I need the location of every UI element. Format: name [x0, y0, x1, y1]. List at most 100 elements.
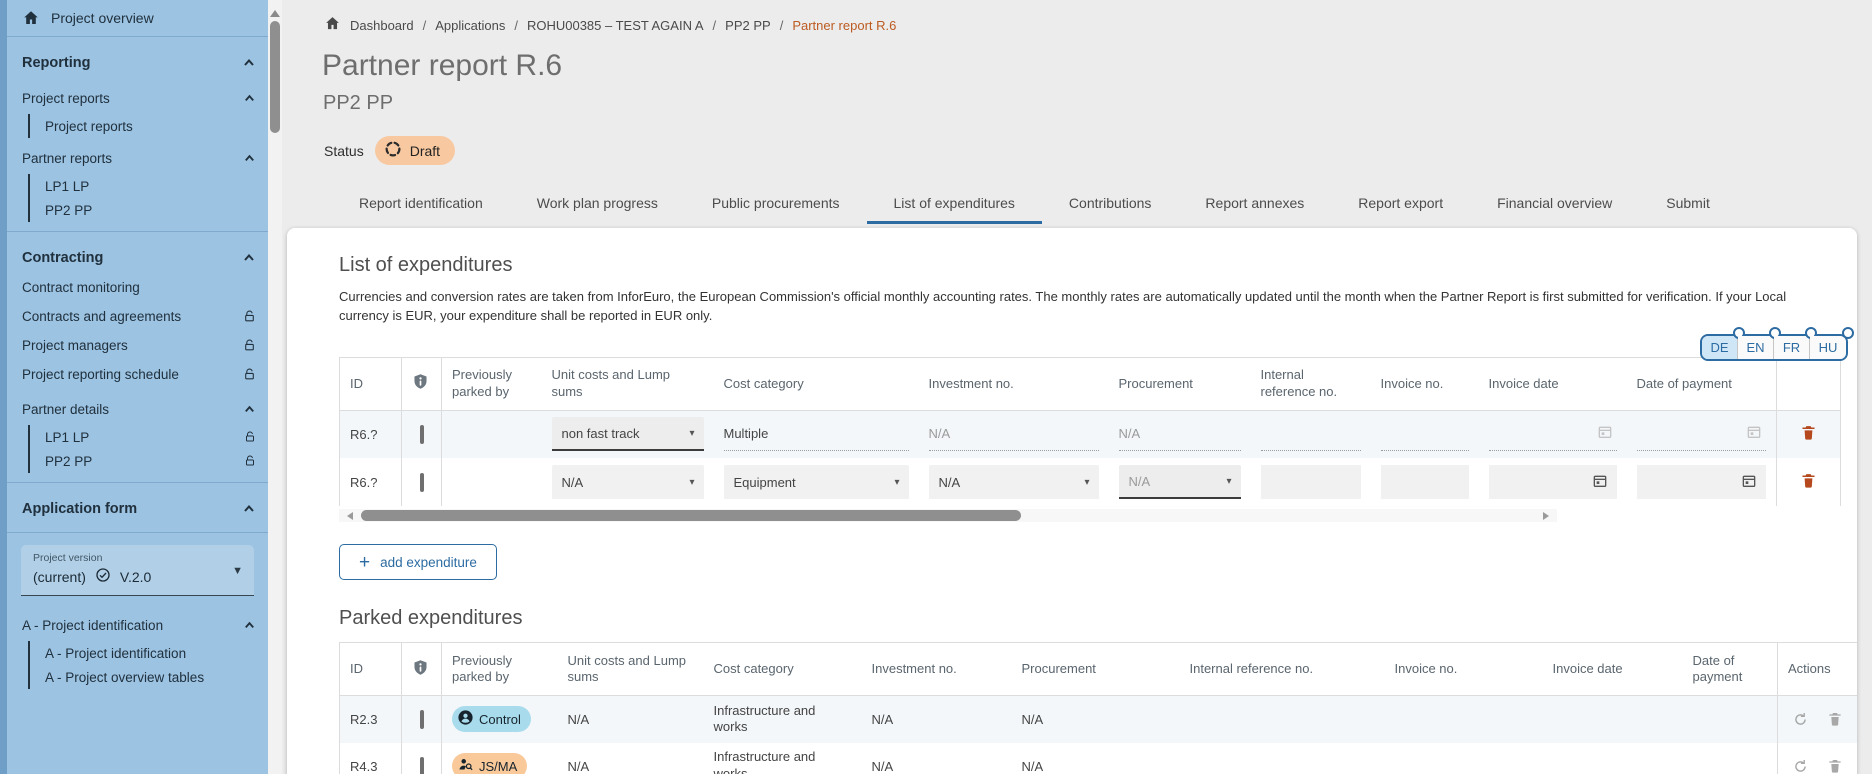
calendar-icon[interactable]: [1746, 424, 1762, 443]
parked-row: R2.3 Control N/A Infrastructure and work…: [340, 696, 1858, 743]
cell-unit-costs: N/A: [558, 743, 704, 774]
sidebar-item-project-reports[interactable]: Project reports: [30, 114, 268, 138]
payment-date-picker[interactable]: [1637, 417, 1767, 451]
delete-parked-button[interactable]: [1827, 710, 1843, 728]
divider: [7, 36, 268, 37]
tab-work-plan-progress[interactable]: Work plan progress: [510, 186, 685, 224]
procurement-select[interactable]: N/A▾: [1119, 465, 1241, 499]
tab-report-export[interactable]: Report export: [1331, 186, 1470, 224]
calendar-icon[interactable]: [1597, 424, 1613, 443]
col-procurement: Procurement: [1109, 357, 1251, 410]
invoice-no-input[interactable]: [1381, 417, 1469, 451]
breadcrumb-dashboard[interactable]: Dashboard: [350, 18, 414, 33]
sidebar-section-contracting[interactable]: Contracting: [7, 243, 268, 273]
tab-financial-overview[interactable]: Financial overview: [1470, 186, 1639, 224]
unit-costs-select[interactable]: non fast track▾: [552, 417, 704, 451]
sidebar-item-partner-reports-header[interactable]: Partner reports: [7, 145, 268, 171]
section-description: Currencies and conversion rates are take…: [339, 288, 1805, 326]
sidebar-item-pp2-pp[interactable]: PP2 PP: [30, 198, 268, 222]
sidebar-item-project-overview[interactable]: Project overview: [7, 0, 268, 36]
cost-category-select[interactable]: Equipment▾: [724, 465, 909, 499]
delete-expenditure-button[interactable]: [1800, 471, 1817, 490]
scrollbar-thumb[interactable]: [361, 510, 1021, 521]
parked-title: Parked expenditures: [339, 607, 1805, 630]
delete-expenditure-button[interactable]: [1800, 423, 1817, 442]
lock-icon: [243, 367, 256, 382]
breadcrumb-applications[interactable]: Applications: [435, 18, 505, 33]
cell-investment: N/A: [862, 696, 1012, 743]
tab-contributions[interactable]: Contributions: [1042, 186, 1179, 224]
breadcrumb-project[interactable]: ROHU00385 – TEST AGAIN A: [527, 18, 704, 33]
investment-field[interactable]: N/A: [929, 417, 1099, 451]
add-expenditure-button[interactable]: + add expenditure: [339, 544, 497, 580]
tab-report-identification[interactable]: Report identification: [332, 186, 510, 224]
page-subtitle: PP2 PP: [323, 92, 1872, 115]
sidebar-item-project-managers[interactable]: Project managers: [7, 331, 268, 360]
sidebar-item-contract-monitoring[interactable]: Contract monitoring: [7, 273, 268, 302]
col-internal-reference-no: Internal reference no.: [1180, 643, 1385, 696]
chevron-up-icon: [243, 619, 256, 632]
breadcrumb: Dashboard / Applications / ROHU00385 – T…: [282, 0, 1872, 35]
invoice-date-picker[interactable]: [1489, 417, 1617, 451]
internal-reference-input[interactable]: [1261, 465, 1361, 499]
cell-procurement: N/A: [1012, 696, 1180, 743]
cell-previously-parked: [442, 410, 542, 458]
language-tab-hu[interactable]: HU: [1810, 336, 1846, 359]
breadcrumb-partner[interactable]: PP2 PP: [725, 18, 771, 33]
scrollbar-thumb[interactable]: [270, 21, 280, 133]
language-tab-en[interactable]: EN: [1738, 336, 1774, 359]
cell-id: R6.?: [340, 410, 402, 458]
procurement-field[interactable]: N/A: [1119, 417, 1241, 451]
sidebar-section-application-form[interactable]: Application form: [7, 494, 268, 524]
delete-parked-button[interactable]: [1827, 757, 1843, 774]
scroll-right-arrow[interactable]: [1543, 512, 1553, 520]
sidebar-section-reporting[interactable]: Reporting: [7, 48, 268, 78]
shield-info-icon: [412, 379, 429, 394]
invoice-date-picker[interactable]: [1489, 465, 1617, 499]
invoice-no-input[interactable]: [1381, 465, 1469, 499]
language-tab-fr[interactable]: FR: [1774, 336, 1810, 359]
cell-unit-costs: N/A: [558, 696, 704, 743]
chevron-down-icon: ▾: [1226, 476, 1231, 487]
row-checkbox[interactable]: [420, 473, 424, 492]
sidebar-item-lp1-lp[interactable]: LP1 LP: [30, 174, 268, 198]
row-checkbox[interactable]: [420, 757, 424, 774]
sidebar-item-project-reports-header[interactable]: Project reports: [7, 85, 268, 111]
sidebar-item-a-project-overview-tables[interactable]: A - Project overview tables: [30, 665, 268, 689]
divider: [7, 231, 268, 232]
col-actions: Actions: [1778, 643, 1858, 696]
calendar-icon[interactable]: [1741, 473, 1757, 492]
reinclude-expenditure-button[interactable]: [1792, 711, 1809, 728]
col-investment-no: Investment no.: [919, 357, 1109, 410]
sidebar-item-project-reporting-schedule[interactable]: Project reporting schedule: [7, 360, 268, 389]
language-tab-de[interactable]: DE: [1702, 336, 1738, 359]
tab-public-procurements[interactable]: Public procurements: [685, 186, 867, 224]
table-horizontal-scrollbar[interactable]: [339, 509, 1557, 522]
col-previously-parked-by: Previously parked by: [442, 643, 558, 696]
sidebar-item-contracts-and-agreements[interactable]: Contracts and agreements: [7, 302, 268, 331]
investment-select[interactable]: N/A▾: [929, 465, 1099, 499]
scroll-left-arrow[interactable]: [343, 512, 353, 520]
tab-submit[interactable]: Submit: [1639, 186, 1737, 224]
col-date-of-payment: Date of payment: [1627, 357, 1777, 410]
payment-date-picker[interactable]: [1637, 465, 1767, 499]
tab-list-of-expenditures[interactable]: List of expenditures: [867, 186, 1042, 224]
sidebar-item-a-project-identification[interactable]: A - Project identification: [30, 641, 268, 665]
sidebar-item-partner-details-header[interactable]: Partner details: [7, 396, 268, 422]
calendar-icon[interactable]: [1592, 473, 1608, 492]
row-checkbox[interactable]: [420, 710, 424, 729]
reinclude-expenditure-button[interactable]: [1792, 758, 1809, 774]
internal-reference-input[interactable]: [1261, 417, 1361, 451]
sidebar-item-section-a-header[interactable]: A - Project identification: [7, 612, 268, 638]
chevron-down-icon: ▾: [689, 477, 694, 488]
sidebar-item-partner-details-pp2[interactable]: PP2 PP: [30, 449, 268, 473]
scroll-up-arrow[interactable]: [270, 5, 280, 17]
project-version-select[interactable]: Project version (current) V.2.0 ▼: [21, 545, 254, 596]
sidebar-item-partner-details-lp1[interactable]: LP1 LP: [30, 425, 268, 449]
unit-costs-select[interactable]: N/A▾: [552, 465, 704, 499]
tab-report-annexes[interactable]: Report annexes: [1178, 186, 1331, 224]
main-vertical-scrollbar[interactable]: [268, 0, 282, 774]
row-checkbox[interactable]: [420, 425, 424, 444]
cost-category-field[interactable]: Multiple: [724, 417, 909, 451]
person-search-icon: [457, 756, 474, 774]
